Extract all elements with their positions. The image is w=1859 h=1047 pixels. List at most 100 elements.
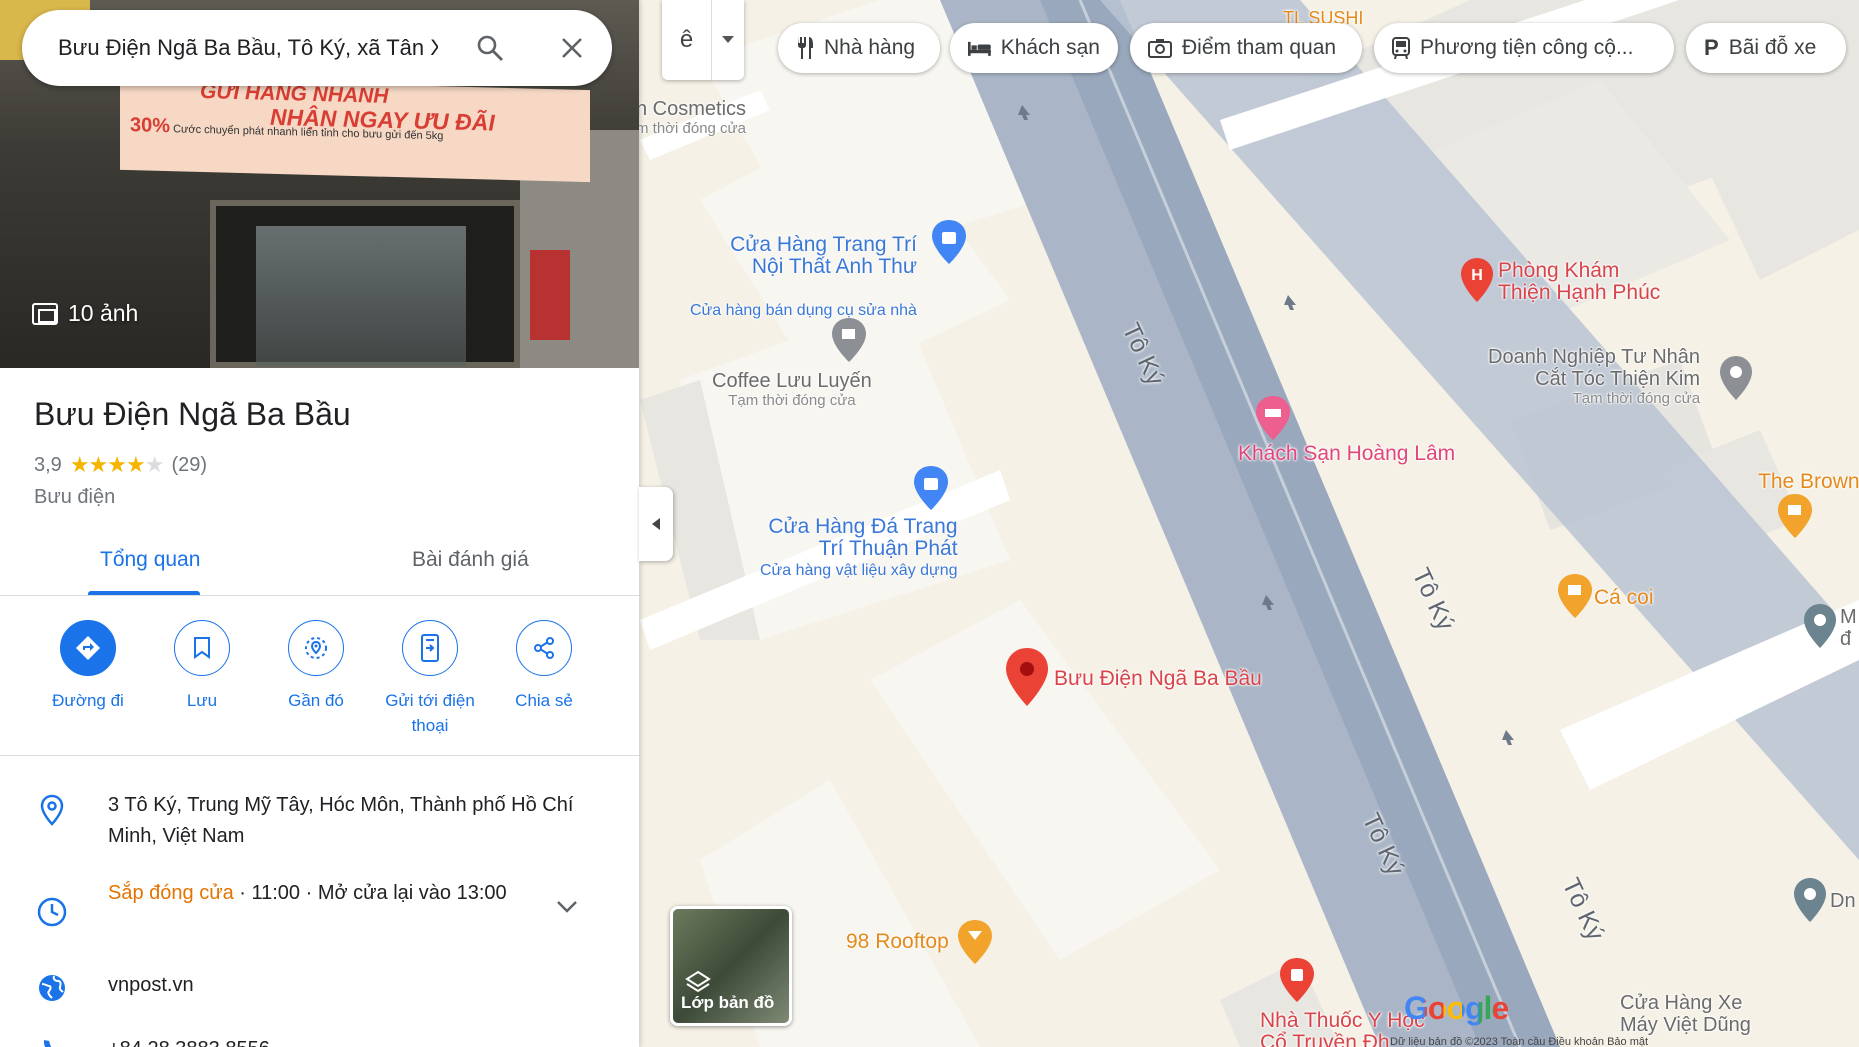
chip-transit[interactable]: Phương tiện công cộ... [1374, 23, 1674, 73]
poi-label-khach-san[interactable]: Khách Sạn Hoàng Lâm [1238, 442, 1455, 466]
tab-reviews[interactable]: Bài đánh giá [412, 548, 529, 572]
bookmark-icon [194, 637, 210, 659]
poi-label-rooftop[interactable]: 98 Rooftop [846, 930, 949, 954]
place-pin-icon[interactable] [1794, 878, 1826, 922]
place-title: Bưu Điện Ngã Ba Bầu [34, 396, 351, 432]
hotel-icon [968, 41, 991, 56]
coffee-pin-icon[interactable] [832, 318, 866, 362]
directions-label: Đường đi [52, 691, 124, 710]
search-box[interactable] [22, 10, 612, 86]
selected-place-pin-icon[interactable] [1006, 648, 1048, 706]
chip-label: Nhà hàng [824, 36, 916, 59]
caret-left-icon [652, 518, 660, 530]
send-to-phone-icon [421, 634, 439, 662]
photo-banner: GỬI HÀNG NHANH NHẬN NGAY ƯU ĐÃI 30% Cước… [120, 77, 590, 183]
clear-search-button[interactable] [552, 28, 592, 68]
place-tabs: Tổng quan Bài đánh giá [0, 530, 639, 596]
review-count[interactable]: (29) [171, 454, 207, 477]
poi-label-cat-toc[interactable]: Doanh Nghiệp Tư Nhân Cắt Tóc Thiện Kim T… [1488, 346, 1700, 407]
restaurant-icon [798, 37, 813, 59]
shopping-pin-icon[interactable] [932, 220, 966, 264]
cafe-pin-icon[interactable] [1558, 574, 1592, 618]
hotel-pin-icon[interactable] [1256, 396, 1290, 440]
poi-label-cosmetics[interactable]: n Cosmetics m thời đóng cửa [636, 98, 746, 137]
place-details-panel: GỬI HÀNG NHANH NHẬN NGAY ƯU ĐÃI 30% Cước… [0, 0, 639, 1047]
hours-detail: · 11:00 · Mở cửa lại vào 13:00 [233, 882, 507, 904]
map-layers-button[interactable]: Lớp bản đồ [670, 906, 792, 1026]
place-pin-icon[interactable] [1804, 604, 1836, 648]
place-pin-icon[interactable] [1720, 356, 1752, 400]
poi-label-phong-kham[interactable]: Phòng Khám Thiện Hạnh Phúc [1498, 260, 1660, 304]
location-pin-icon [40, 794, 64, 826]
google-logo: Google [1404, 990, 1509, 1026]
hours-status: Sắp đóng cửa [108, 882, 234, 904]
poi-label-coffee[interactable]: Coffee Lưu Luyến Tạm thời đóng cửa [712, 370, 872, 409]
hospital-pin-icon[interactable]: H [1461, 258, 1493, 302]
photo-library-icon [32, 302, 58, 325]
chevron-down-icon [557, 901, 577, 913]
search-button[interactable] [470, 28, 510, 68]
share-button[interactable]: Chia sẻ [484, 620, 604, 713]
bar-pin-icon[interactable] [958, 920, 992, 964]
photo-detail-door [210, 200, 520, 368]
clock-icon [37, 897, 67, 927]
save-label: Lưu [186, 691, 218, 710]
poi-label-the-brown[interactable]: The Brown [1758, 470, 1859, 494]
chip-attractions[interactable]: Điểm tham quan [1130, 23, 1362, 73]
chip-label: Khách sạn [1000, 36, 1100, 59]
layers-icon [685, 970, 711, 993]
input-tools-dropdown[interactable] [712, 0, 744, 80]
poi-label-da-trang[interactable]: Cửa Hàng Đá Trang Trí Thuận Phát Cửa hàn… [760, 516, 958, 580]
parking-icon: P [1704, 35, 1719, 60]
directions-button[interactable]: Đường đi [28, 620, 148, 713]
poi-label-post-office[interactable]: Bưu Điện Ngã Ba Bầu [1054, 668, 1262, 690]
globe-icon [39, 975, 65, 1001]
send-to-phone-label: Gửi tới điện thoại [385, 691, 475, 735]
chip-hotels[interactable]: Khách sạn [950, 23, 1118, 73]
nearby-label: Gần đó [288, 691, 344, 710]
photo-count-button[interactable]: 10 ảnh [32, 300, 138, 327]
website-link[interactable]: vnpost.vn [108, 970, 588, 1001]
phone-row[interactable]: +84 28 3883 8556 [0, 1034, 639, 1047]
search-input[interactable] [58, 35, 438, 61]
nearby-button[interactable]: Gần đó [256, 620, 376, 713]
poi-label-dn[interactable]: Dn [1830, 890, 1856, 912]
pharmacy-pin-icon[interactable] [1280, 958, 1314, 1002]
cafe-pin-icon[interactable] [1778, 494, 1812, 538]
close-icon [562, 38, 582, 58]
input-tools-button[interactable]: ê [662, 0, 712, 80]
map-layers-label: Lớp bản đồ [681, 993, 775, 1012]
hours-expand-button[interactable] [556, 900, 578, 919]
action-buttons-row: Đường đi Lưu Gần đó Gửi tới điện thoại C… [0, 620, 639, 756]
chip-restaurants[interactable]: Nhà hàng [778, 23, 940, 73]
poi-label-ca-coi[interactable]: Cá coi [1594, 586, 1654, 610]
chip-label: Điểm tham quan [1182, 36, 1337, 59]
rating-row[interactable]: 3,9 ★★★★★ (29) [34, 452, 207, 478]
tab-overview[interactable]: Tổng quan [100, 548, 200, 572]
camera-icon [1148, 39, 1172, 58]
save-button[interactable]: Lưu [142, 620, 262, 713]
address-row[interactable]: 3 Tô Ký, Trung Mỹ Tây, Hóc Môn, Thành ph… [0, 790, 639, 860]
poi-label-trang-tri[interactable]: Cửa Hàng Trang Trí Nội Thất Anh Thư Cửa … [690, 212, 917, 342]
directions-icon [76, 636, 100, 660]
photo-detail-sign-red [530, 250, 570, 340]
poi-label-xe-may[interactable]: Cửa Hàng Xe Máy Việt Dũng [1620, 992, 1751, 1036]
rating-stars-icon: ★★★★★ [69, 452, 165, 477]
share-label: Chia sẻ [515, 691, 573, 710]
address-text: 3 Tô Ký, Trung Mỹ Tây, Hóc Môn, Thành ph… [108, 794, 574, 847]
send-to-phone-button[interactable]: Gửi tới điện thoại [370, 620, 490, 738]
svg-text:H: H [1471, 267, 1483, 284]
nearby-icon [305, 637, 327, 659]
chip-label: Phương tiện công cộ... [1420, 36, 1634, 59]
poi-label-m[interactable]: M đ [1840, 606, 1857, 650]
hours-row[interactable]: Sắp đóng cửa · 11:00 · Mở cửa lại vào 13… [0, 878, 639, 948]
share-icon [534, 637, 554, 659]
website-row[interactable]: vnpost.vn [0, 970, 639, 1010]
phone-text[interactable]: +84 28 3883 8556 [108, 1034, 588, 1047]
collapse-panel-button[interactable] [639, 487, 673, 561]
map-attribution[interactable]: Dữ liệu bản đồ ©2023 Toàn cầu Điều khoản… [1390, 1036, 1648, 1047]
place-category[interactable]: Bưu điện [34, 486, 115, 509]
shopping-pin-icon[interactable] [914, 466, 948, 510]
chip-parking[interactable]: P Bãi đỗ xe [1686, 23, 1846, 73]
map-input-tools-control[interactable]: ê [662, 0, 744, 80]
